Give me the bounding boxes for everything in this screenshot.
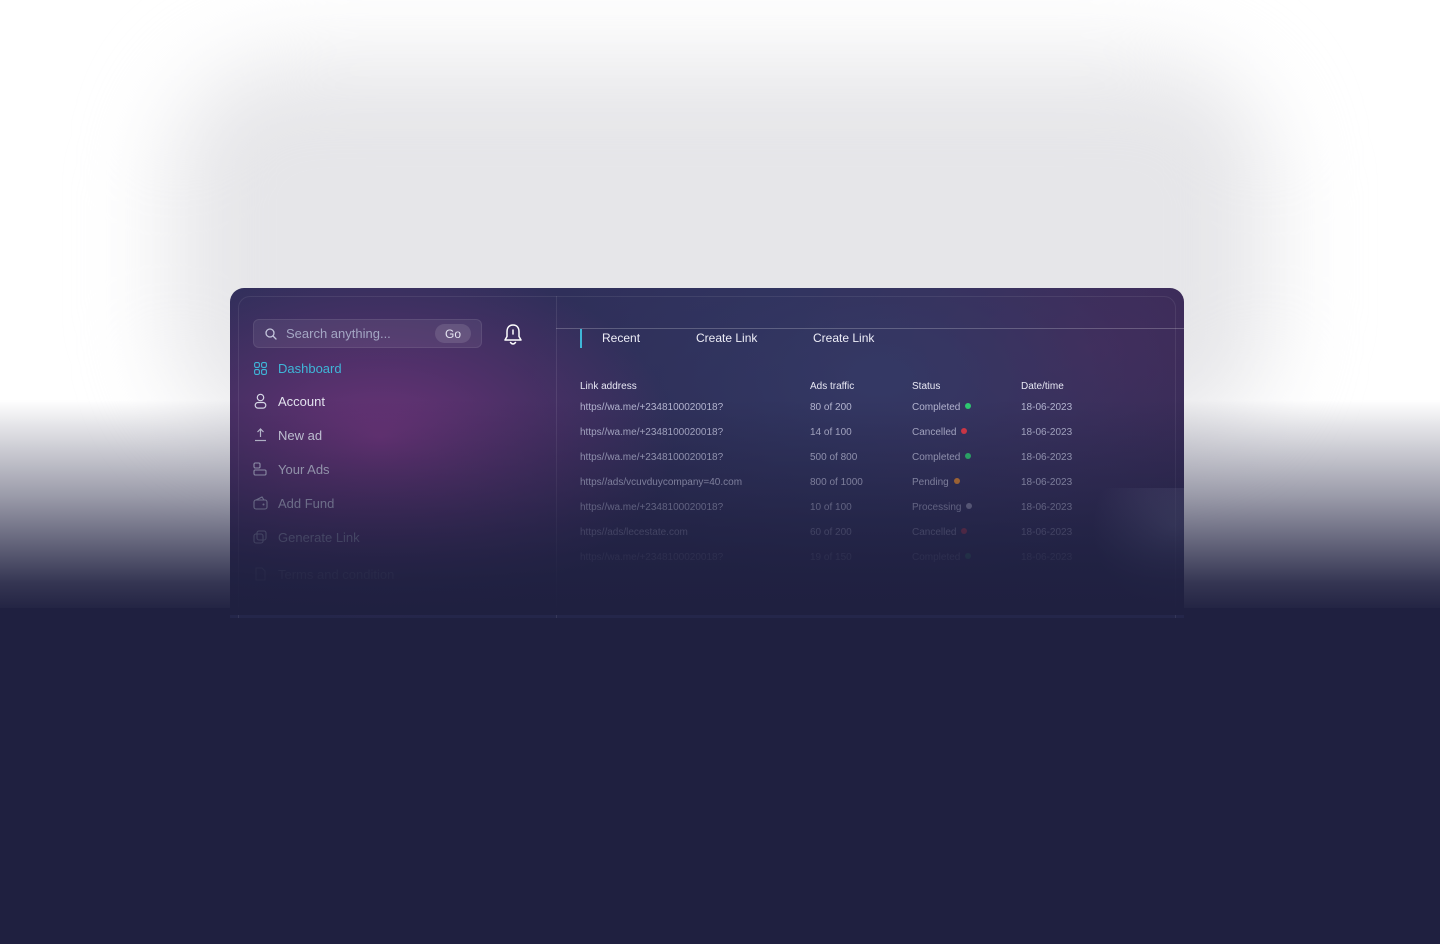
sidebar-item-new-ad[interactable]: New ad [252, 427, 322, 443]
user-icon [252, 393, 268, 409]
ads-traffic-cell: 800 of 1000 [810, 477, 863, 488]
sidebar-item-add-fund[interactable]: Add Fund [252, 495, 334, 511]
table-row[interactable]: https//wa.me/+2348100020018? 10 of 100 Pro… [580, 495, 1111, 520]
link-address-cell[interactable]: https//wa.me/+2348100020018? [580, 395, 810, 420]
dashboard-panel: Go Dashboard [230, 288, 1184, 618]
document-icon [252, 566, 268, 582]
table-row[interactable]: https//ads/vcuvduycompany=40.com 800 of 1… [580, 470, 1111, 495]
status-cell: Pending [912, 470, 1021, 495]
wallet-icon [252, 495, 268, 511]
status-dot [965, 403, 972, 410]
ads-traffic-cell: 10 of 100 [810, 502, 852, 513]
ads-traffic-cell: 14 of 100 [810, 427, 852, 438]
status-dot [953, 478, 960, 485]
sidebar-divider [556, 296, 557, 618]
column-header-link: Link address [580, 381, 637, 392]
tab-create-link-2[interactable]: Create Link [813, 331, 874, 345]
sidebar-item-label: New ad [278, 427, 323, 443]
link-address-cell[interactable]: https//wa.me/+2348100020018? [580, 420, 810, 445]
column-header-date: Date/time [1021, 381, 1064, 392]
link-address-cell[interactable]: https//wa.me/+2348100020018? [580, 545, 810, 570]
link-address-cell[interactable]: https//wa.me/+2348100020018? [580, 495, 810, 520]
status-cell: Cancelled [912, 520, 1021, 545]
column-header-traffic: Ads traffic [810, 381, 855, 392]
sidebar-item-terms[interactable]: Terms and condition [252, 566, 394, 582]
table-row[interactable]: https//wa.me/+2348100020018? 19 of 150 Com… [580, 545, 1111, 570]
table-header-row: Link address Ads traffic Status Date/tim… [580, 378, 1111, 395]
table-row[interactable]: https//wa.me/+2348100020018? 14 of 100 Can… [580, 420, 1111, 445]
status-dot [961, 528, 968, 535]
status-dot [966, 503, 973, 510]
link-address-cell[interactable]: https//wa.me/+2348100020018? [580, 445, 810, 470]
ads-traffic-cell: 19 of 150 [810, 552, 852, 563]
backdrop-bottom [0, 608, 1440, 944]
active-tab-indicator [580, 329, 582, 348]
link-address-cell[interactable]: https//ads/lecestate.com [580, 520, 810, 545]
sidebar-item-label: Terms and condition [278, 566, 395, 582]
ads-traffic-cell: 60 of 200 [810, 527, 852, 538]
ads-icon [252, 461, 268, 477]
sidebar-item-label: Generate Link [278, 529, 360, 545]
ads-traffic-cell: 500 of 800 [810, 452, 858, 463]
date-cell: 18-06-2023 [1021, 452, 1073, 463]
bell-icon[interactable] [502, 323, 524, 347]
column-header-status: Status [912, 381, 941, 392]
sidebar-item-your-ads[interactable]: Your Ads [252, 461, 330, 477]
status-dot [965, 453, 972, 460]
status-label: Cancelled [912, 427, 957, 438]
search-bar: Go [253, 319, 482, 348]
status-label: Completed [912, 452, 961, 463]
status-label: Cancelled [912, 527, 957, 538]
status-cell: Completed [912, 445, 1021, 470]
tab-recent[interactable]: Recent [602, 331, 640, 345]
tab-create-link[interactable]: Create Link [696, 331, 757, 345]
sidebar-item-label: Dashboard [278, 360, 342, 376]
go-button[interactable]: Go [434, 324, 471, 343]
status-cell: Cancelled [912, 420, 1021, 445]
links-table: Link address Ads traffic Status Date/tim… [580, 378, 1111, 570]
sidebar-item-generate-link[interactable]: Generate Link [252, 529, 360, 545]
status-label: Completed [912, 552, 961, 563]
status-cell: Completed [912, 545, 1021, 570]
grid-icon [252, 360, 268, 376]
search-icon [265, 327, 277, 340]
table-row[interactable]: https//wa.me/+2348100020018? 80 of 200 Com… [580, 395, 1111, 420]
status-label: Completed [912, 402, 961, 413]
upload-icon [252, 427, 268, 443]
date-cell: 18-06-2023 [1021, 402, 1073, 413]
link-address-cell[interactable]: https//ads/vcuvduycompany=40.com [580, 470, 810, 495]
search-input[interactable] [286, 326, 426, 341]
status-dot [961, 428, 968, 435]
table-row[interactable]: https//wa.me/+2348100020018? 500 of 800 Co… [580, 445, 1111, 470]
status-cell: Completed [912, 395, 1021, 420]
sidebar-item-label: Your Ads [278, 461, 330, 477]
sidebar-item-label: Add Fund [278, 495, 335, 511]
sidebar-item-account[interactable]: Account [252, 393, 325, 409]
table-row[interactable]: https//ads/lecestate.com 60 of 200 Cancell… [580, 520, 1111, 545]
status-label: Pending [912, 477, 949, 488]
tabs-divider [556, 328, 1184, 329]
decorative-speckle [1074, 488, 1184, 618]
ads-traffic-cell: 80 of 200 [810, 402, 852, 413]
link-copy-icon [252, 529, 268, 545]
sidebar-item-label: Account [278, 393, 325, 409]
status-cell: Processing [912, 495, 1021, 520]
status-dot [965, 553, 972, 560]
status-label: Processing [912, 502, 962, 513]
date-cell: 18-06-2023 [1021, 427, 1073, 438]
sidebar-item-dashboard[interactable]: Dashboard [252, 360, 342, 376]
